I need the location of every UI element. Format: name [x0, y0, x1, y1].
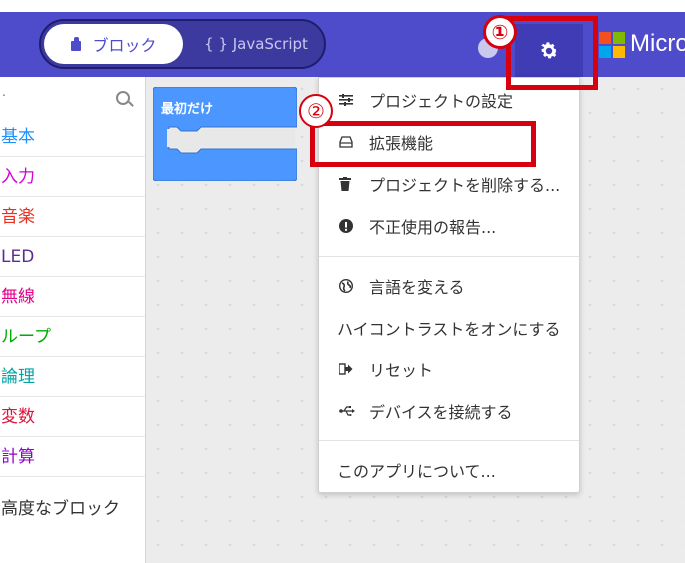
category-advanced[interactable]: 高度なブロック: [0, 489, 146, 529]
on-start-block[interactable]: 最初だけ: [153, 87, 297, 181]
menu-item-high-contrast[interactable]: ハイコントラストをオンにする: [319, 310, 579, 346]
usb-icon: [319, 405, 369, 417]
blocks-tab[interactable]: ブロック: [44, 24, 183, 64]
category-label: 音楽: [1, 207, 35, 227]
category-label: ループ: [1, 327, 51, 347]
microsoft-logo: [599, 32, 625, 58]
step-badge-2: ②: [299, 94, 333, 128]
category-label: 入力: [1, 167, 35, 187]
brand-text: Micro: [630, 30, 685, 57]
javascript-tab-label: { } JavaScript: [204, 35, 308, 53]
menu-item-label: ハイコントラストをオンにする: [337, 320, 561, 339]
search-icon[interactable]: [116, 91, 130, 105]
menu-item-label: デバイスを接続する: [369, 403, 513, 422]
category-label: 変数: [1, 407, 35, 427]
menu-item-about[interactable]: このアプリについて...: [319, 452, 579, 488]
category-label: 計算: [1, 447, 35, 467]
menu-item-label: プロジェクトを削除する...: [369, 176, 561, 195]
menu-item-connect-device[interactable]: デバイスを接続する: [319, 393, 579, 429]
top-strip: [0, 0, 685, 12]
category-label: LED: [1, 247, 35, 267]
category-logic[interactable]: 論理: [0, 357, 145, 397]
globe-icon: [319, 279, 369, 293]
menu-item-delete-project[interactable]: プロジェクトを削除する...: [319, 166, 579, 202]
category-math[interactable]: 計算: [0, 437, 145, 477]
menu-item-language[interactable]: 言語を変える: [319, 268, 579, 304]
toolbox-sidebar: . 基本 入力 音楽 LED 無線 ループ 論理 変数 計算 高度なブロック: [0, 77, 146, 563]
highlight-box-settings: [506, 16, 598, 90]
category-label: 高度なブロック: [1, 499, 120, 519]
menu-item-label: 言語を変える: [369, 278, 465, 297]
category-basic[interactable]: 基本: [0, 117, 145, 157]
menu-item-label: 不正使用の報告...: [369, 218, 497, 237]
javascript-tab[interactable]: { } JavaScript: [191, 24, 321, 64]
puzzle-icon: [70, 37, 84, 51]
menu-item-label: リセット: [369, 361, 434, 380]
editor-toggle: ブロック { } JavaScript: [39, 19, 326, 69]
menu-item-label: プロジェクトの設定: [369, 92, 514, 111]
category-music[interactable]: 音楽: [0, 197, 145, 237]
blocks-tab-label: ブロック: [92, 36, 157, 55]
alert-icon: [319, 219, 369, 233]
block-label: 最初だけ: [161, 101, 213, 117]
menu-item-report-abuse[interactable]: 不正使用の報告...: [319, 208, 579, 244]
category-input[interactable]: 入力: [0, 157, 145, 197]
menu-divider: [319, 256, 579, 257]
toolbox-search[interactable]: .: [0, 77, 145, 115]
category-variables[interactable]: 変数: [0, 397, 145, 437]
category-label: 論理: [1, 367, 35, 387]
category-led[interactable]: LED: [0, 237, 145, 277]
step-badge-1: ①: [483, 15, 517, 49]
menu-item-label: このアプリについて...: [337, 462, 496, 481]
menu-item-reset[interactable]: リセット: [319, 351, 579, 387]
category-label: 基本: [1, 127, 35, 147]
category-radio[interactable]: 無線: [0, 277, 145, 317]
category-label: 無線: [1, 287, 35, 307]
highlight-box-extensions: [310, 121, 536, 167]
menu-divider: [319, 440, 579, 441]
category-loops[interactable]: ループ: [0, 317, 145, 357]
search-input[interactable]: .: [2, 85, 6, 99]
signout-icon: [319, 363, 369, 375]
trash-icon: [319, 177, 369, 191]
